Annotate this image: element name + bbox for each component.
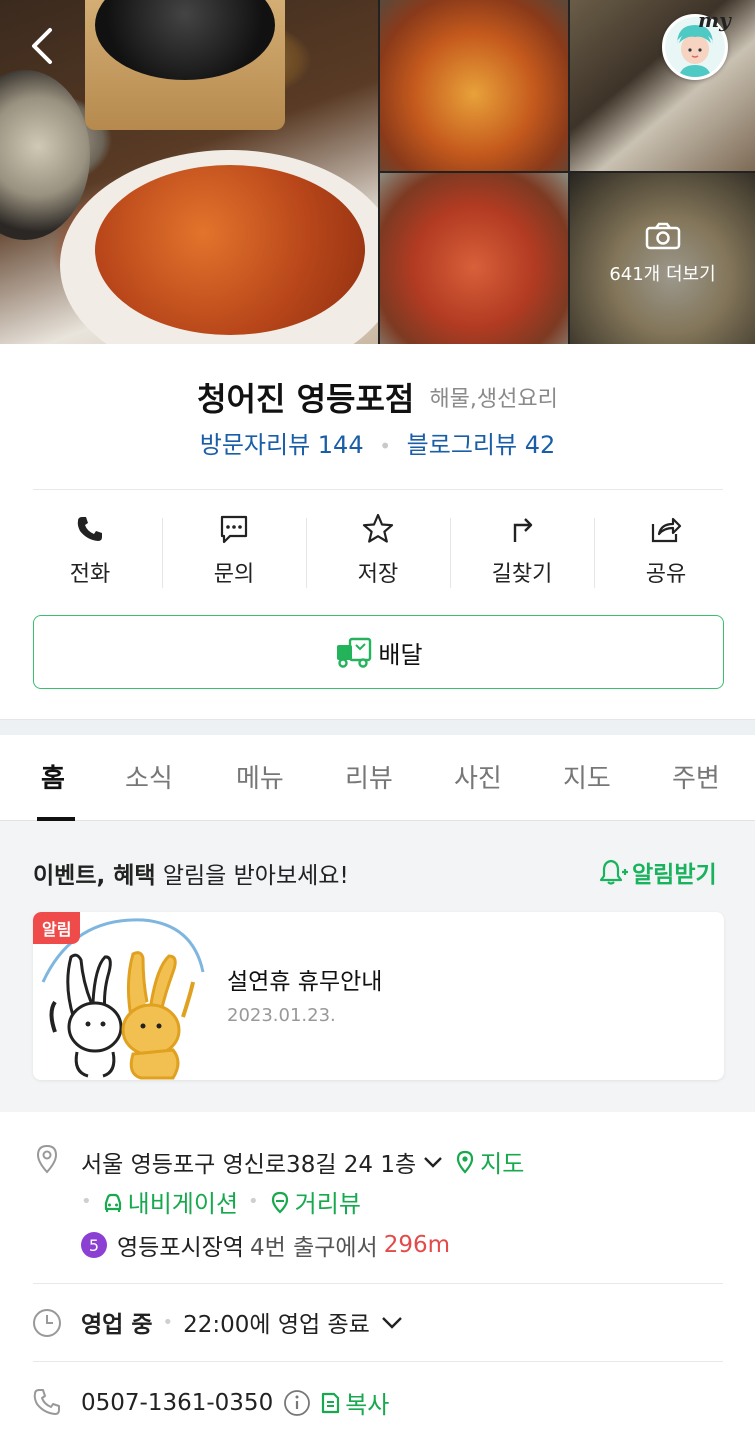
divider [33,489,723,490]
divider [33,1361,723,1362]
share-button[interactable]: 공유 [594,506,738,598]
tab-reviews[interactable]: 리뷰 [345,758,393,795]
delivery-label: 배달 [378,640,423,669]
tab-news[interactable]: 소식 [125,758,173,795]
place-title: 청어진 영등포점 [197,380,415,418]
notice-title: 설연휴 휴무안내 [227,969,383,995]
star-icon [362,513,394,543]
chat-icon [220,515,248,544]
directions-button[interactable]: 길찾기 [450,506,594,598]
delivery-truck-icon [337,637,372,668]
notify-button[interactable]: 알림받기 [598,855,717,889]
notice-card[interactable]: 알림 설연휴 휴무안내 2023.01.23. [33,912,724,1080]
photo-gallery: 641개 더보기 my [0,0,755,344]
action-label: 저장 [357,562,399,587]
camera-icon [645,222,680,250]
subway-exit: 4번 출구에서 [249,1235,378,1261]
business-hours: 22:00에 영업 종료 [183,1312,370,1338]
address-row: 서울 영등포구 영신로38길 24 1층 지도 [81,1144,524,1179]
review-links: 방문자리뷰 144 • 블로그리뷰 42 [0,425,755,460]
subway-row: 5 영등포시장역 4번 출구에서 296m [81,1228,450,1262]
tab-menu[interactable]: 메뉴 [236,758,284,795]
copy-icon [322,1392,340,1413]
action-bar: 전화 문의 저장 길찾기 공유 [18,506,738,598]
place-category: 해물,생선요리 [429,387,558,412]
phone-icon [77,517,102,541]
place-header: 청어진 영등포점 해물,생선요리 [0,374,755,420]
tab-photos[interactable]: 사진 [454,758,502,795]
action-label: 전화 [69,562,111,587]
streetview-icon [271,1191,288,1214]
address-links-row: • 내비게이션 • 거리뷰 [81,1184,361,1219]
map-link[interactable]: 지도 [454,1144,524,1179]
tab-map[interactable]: 지도 [563,758,611,795]
location-pin-icon [36,1144,58,1174]
address-text[interactable]: 서울 영등포구 영신로38길 24 1층 [81,1145,416,1179]
visitor-review-link[interactable]: 방문자리뷰 144 [200,431,364,459]
clock-icon [33,1309,61,1337]
navigation-label: 내비게이션 [127,1190,239,1218]
section-gap [0,719,755,735]
notice-header-text: 알림을 받아보세요! [155,863,349,889]
car-icon [104,1193,121,1212]
phone-number[interactable]: 0507-1361-0350 [81,1390,273,1416]
separator-dot: • [162,1311,174,1333]
chevron-down-icon[interactable] [422,1151,444,1173]
streetview-label: 거리뷰 [294,1190,361,1218]
tab-bar: 홈 소식 메뉴 리뷰 사진 지도 주변 [0,736,755,821]
my-label: my [698,8,731,32]
directions-icon [513,518,533,542]
back-icon[interactable] [22,22,66,70]
save-button[interactable]: 저장 [306,506,450,598]
chevron-down-icon[interactable] [380,1310,404,1334]
notice-header-bold: 이벤트, 혜택 [33,863,156,889]
subway-line-badge: 5 [81,1232,107,1258]
separator-dot: • [81,1191,92,1212]
bell-plus-icon [599,859,628,885]
notice-date: 2023.01.23. [227,1005,336,1026]
action-label: 공유 [645,562,687,587]
copy-label: 복사 [345,1391,390,1419]
action-label: 문의 [213,562,255,587]
copy-button[interactable]: 복사 [319,1385,389,1420]
separator-dot: • [379,434,392,458]
more-photos-label: 641개 더보기 [609,264,716,285]
map-link-label: 지도 [480,1150,525,1178]
photo-thumb[interactable] [380,0,568,171]
business-status: 영업 중 [81,1312,153,1338]
tab-home[interactable]: 홈 [41,758,65,795]
action-label: 길찾기 [491,562,553,587]
subway-distance: 296m [383,1232,451,1258]
tab-nearby[interactable]: 주변 [672,758,720,795]
streetview-link[interactable]: 거리뷰 [269,1184,361,1219]
subway-station: 영등포시장역 [117,1235,244,1261]
phone-icon [33,1389,60,1415]
navigation-link[interactable]: 내비게이션 [102,1184,238,1219]
photo-thumb[interactable] [380,173,568,344]
delivery-button[interactable]: 배달 [33,615,724,689]
hours-row[interactable]: 영업 중 • 22:00에 영업 종료 [81,1305,404,1339]
notify-label: 알림받기 [632,862,717,888]
inquiry-button[interactable]: 문의 [162,506,306,598]
notice-header: 이벤트, 혜택 알림을 받아보세요! [33,856,349,890]
info-icon[interactable] [283,1389,311,1417]
separator-dot: • [248,1191,259,1212]
notice-badge: 알림 [33,912,81,944]
call-button[interactable]: 전화 [18,506,162,598]
blog-review-link[interactable]: 블로그리뷰 42 [407,431,556,459]
divider [33,1283,723,1284]
phone-row: 0507-1361-0350 복사 [81,1385,389,1420]
share-icon [651,517,682,543]
map-pin-icon [457,1150,474,1174]
more-photos-button[interactable]: 641개 더보기 [570,222,755,286]
